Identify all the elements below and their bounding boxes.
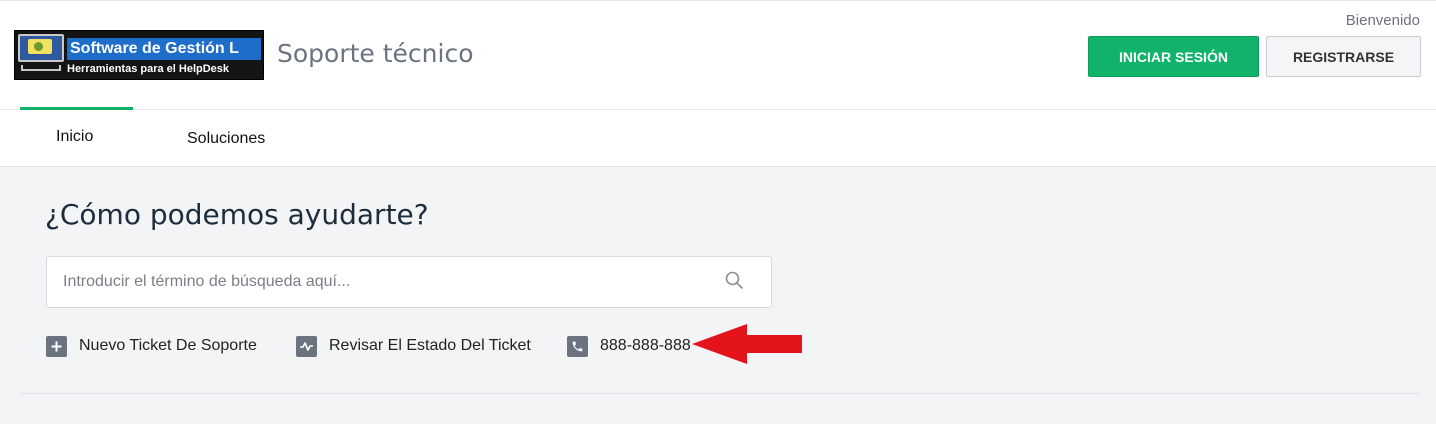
section-divider <box>21 393 1419 394</box>
site-header: Software de Gestión L Herramientas para … <box>0 0 1436 110</box>
welcome-text: Bienvenido <box>1345 12 1420 29</box>
register-button[interactable]: REGISTRARSE <box>1266 36 1421 77</box>
search-input[interactable] <box>46 256 772 308</box>
main-nav: Inicio Soluciones <box>0 107 1436 167</box>
site-title: Soporte técnico <box>277 39 474 68</box>
phone-number: 888-888-888 <box>600 337 691 354</box>
new-ticket-link[interactable]: Nuevo Ticket De Soporte <box>46 334 257 358</box>
check-ticket-status-link[interactable]: Revisar El Estado Del Ticket <box>296 334 531 358</box>
tab-inicio[interactable]: Inicio <box>56 108 93 165</box>
red-arrow-icon <box>692 324 802 364</box>
login-button[interactable]: INICIAR SESIÓN <box>1088 36 1259 77</box>
monitor-stand <box>21 65 61 71</box>
phone-link[interactable]: 888-888-888 <box>567 334 691 358</box>
monitor-logo-icon <box>18 34 64 62</box>
new-ticket-label: Nuevo Ticket De Soporte <box>79 337 257 354</box>
phone-icon <box>567 335 588 357</box>
logo-subtitle: Herramientas para el HelpDesk <box>67 63 230 75</box>
page-headline: ¿Cómo podemos ayudarte? <box>45 198 429 231</box>
search-icon[interactable] <box>724 270 744 290</box>
check-ticket-status-label: Revisar El Estado Del Ticket <box>329 337 531 354</box>
logo-title: Software de Gestión L <box>67 38 261 60</box>
tab-soluciones[interactable]: Soluciones <box>187 110 265 167</box>
help-section: ¿Cómo podemos ayudarte? Nuevo Ticket De … <box>0 168 1436 424</box>
pulse-icon <box>296 335 317 357</box>
plus-icon <box>46 335 67 357</box>
company-logo[interactable]: Software de Gestión L Herramientas para … <box>14 30 264 80</box>
